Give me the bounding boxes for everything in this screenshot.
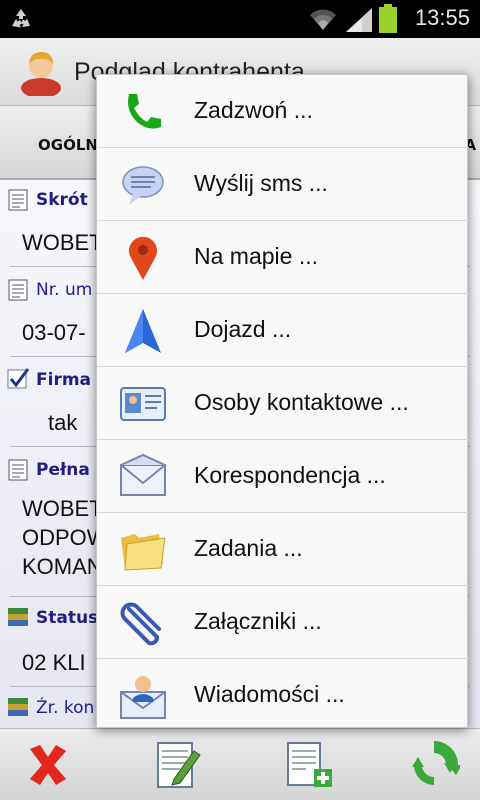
envelope-icon: [120, 453, 166, 496]
books-icon: [8, 698, 28, 716]
tab-general[interactable]: OGÓLN: [38, 136, 98, 154]
battery-icon: [379, 4, 397, 33]
menu-item-label: Załączniki ...: [194, 608, 322, 634]
bottom-toolbar: [0, 728, 480, 800]
wifi-icon: [310, 9, 336, 30]
status-bar: 13:55: [0, 0, 480, 38]
field-label: Firma: [36, 370, 92, 390]
menu-item-sms[interactable]: Wyślij sms ...: [97, 148, 469, 221]
field-value-line: WOBET: [22, 496, 103, 521]
paperclip-icon: [120, 602, 161, 646]
person-avatar-icon: [21, 52, 61, 96]
field-label: Źr. kon: [36, 698, 95, 718]
menu-item-label: Na mapie ...: [194, 243, 318, 269]
menu-item-label: Zadania ...: [194, 535, 303, 561]
field-value: 02 KLI: [22, 650, 86, 675]
chat-bubble-icon: [122, 166, 164, 205]
folder-icon: [121, 534, 166, 571]
document-icon: [8, 279, 28, 301]
field-value: WOBET: [22, 230, 103, 255]
field-value: tak: [48, 410, 78, 435]
document-icon: [8, 189, 28, 211]
menu-item-label: Osoby kontaktowe ...: [194, 389, 409, 415]
signal-icon: [346, 8, 372, 32]
navigation-arrow-icon: [125, 309, 161, 353]
add-document-button[interactable]: [282, 739, 334, 791]
field-value-line: KOMAN: [22, 554, 103, 579]
menu-item-label: Zadzwoń ...: [194, 97, 313, 123]
context-menu: Zadzwoń ... Wyślij sms ... Na mapie ... …: [96, 74, 469, 728]
menu-item-contacts[interactable]: Osoby kontaktowe ...: [97, 367, 469, 440]
field-value: 03-07-: [22, 320, 86, 345]
phone-icon: [128, 94, 161, 129]
edit-button[interactable]: [152, 739, 204, 791]
menu-item-label: Wiadomości ...: [194, 681, 345, 707]
field-label: Status: [36, 608, 99, 628]
field-value-line: ODPOW: [22, 525, 108, 550]
books-icon: [8, 608, 28, 626]
menu-item-label: Dojazd ...: [194, 316, 292, 342]
menu-item-attachments[interactable]: Załączniki ...: [97, 586, 469, 659]
field-label: Skrót: [36, 190, 88, 210]
field-label: Nr. um: [36, 280, 93, 300]
clock: 13:55: [414, 5, 470, 30]
menu-item-label: Korespondencja ...: [194, 462, 386, 488]
map-pin-icon: [129, 236, 157, 280]
menu-item-tasks[interactable]: Zadania ...: [97, 513, 469, 586]
menu-item-messages[interactable]: Wiadomości ...: [97, 659, 469, 732]
contact-card-icon: [120, 387, 166, 421]
recycle-icon: [12, 9, 30, 28]
refresh-button[interactable]: [408, 739, 460, 791]
document-icon: [8, 459, 28, 481]
menu-item-zadzwon[interactable]: Zadzwoń ...: [97, 75, 469, 148]
message-user-icon: [120, 676, 166, 719]
menu-item-map[interactable]: Na mapie ...: [97, 221, 469, 294]
checkbox-icon: [7, 368, 30, 389]
menu-item-correspondence[interactable]: Korespondencja ...: [97, 440, 469, 513]
menu-item-label: Wyślij sms ...: [194, 170, 328, 196]
delete-button[interactable]: [22, 739, 74, 791]
menu-item-navigation[interactable]: Dojazd ...: [97, 294, 469, 367]
